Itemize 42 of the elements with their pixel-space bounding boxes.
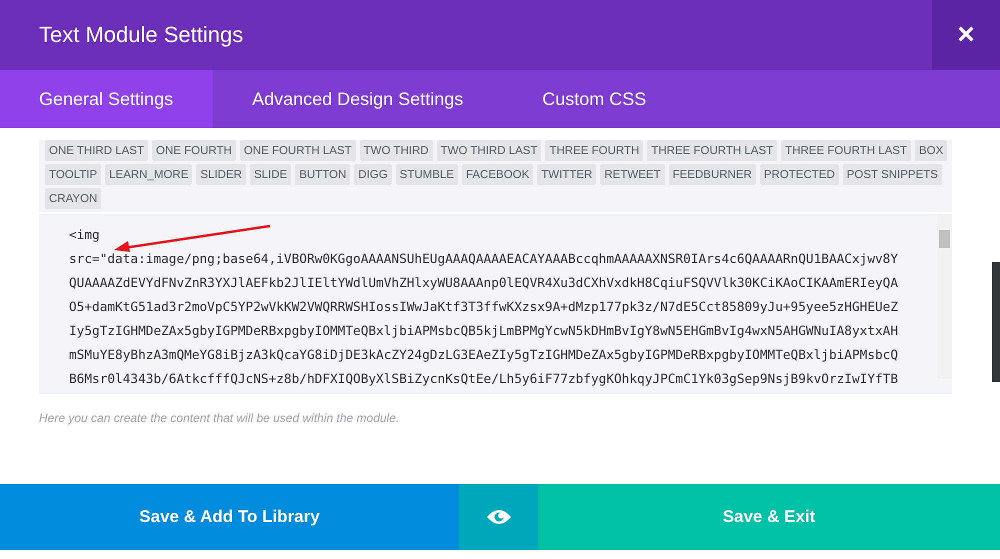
quicktag-button[interactable]: TWITTER	[537, 164, 596, 185]
code-editor[interactable]	[39, 214, 952, 394]
code-line: O5+damKtG51ad3r2moVpC5YP2wVkKW2VWQRRWSHIossIWwJaKtf3T3ffwKXzsx9A+dMzp177pk3z/N7dE5Cct85809yJu+95yee5zHGHEUeZ	[69, 299, 898, 317]
quicktag-button[interactable]: SLIDE	[250, 164, 292, 185]
quicktag-button[interactable]: TOOLTIP	[45, 164, 102, 185]
quicktag-button[interactable]: ONE THIRD LAST	[45, 140, 148, 161]
help-text: Here you can create the content that will be used within the module.	[39, 411, 400, 425]
window-title: Text Module Settings	[38, 22, 244, 48]
quicktag-button[interactable]: DIGG	[354, 164, 392, 185]
close-button[interactable]: ×	[932, 0, 1000, 70]
code-line: QUAAAAZdEVYdFNvZnR3YXJlAEFkb2JlIEltYWdlUmVhZHlxyWU8AAAnp0lEQVR4Xu3dCXhVxdkH8CqiuFSQVVlk30KCiKAoCIKAAmERIeyQA	[69, 275, 898, 293]
preview-button[interactable]	[459, 484, 538, 550]
quicktag-button[interactable]: THREE FOURTH LAST	[647, 140, 778, 161]
quicktag-button[interactable]: PROTECTED	[760, 164, 839, 185]
quicktag-button[interactable]: BOX	[915, 140, 948, 161]
quicktag-button[interactable]: RETWEET	[600, 164, 665, 185]
code-line: B6Msr0l4343b/6AtkcfffQJcNS+z8b/hDFXIQOByXlSBiZycnKsQtEe/Lh5y6iF77zbfygKOhkqyJPCmC1Yk03gSep9NsjB9kvOrzIwIYfTB	[69, 371, 898, 389]
eye-icon	[486, 509, 512, 525]
quicktag-button[interactable]: FACEBOOK	[462, 164, 534, 185]
code-line: Iy5gTzIGHMDeZAx5gbyIGPMDeRBxpgbyIOMMTeQBxljbiAPMsbcQB5kjLmBPMgYcwN5kDHmBvIgY8wN5EHGmBvIg4wxN5AHGWNuIA8yxtxAH	[69, 323, 898, 341]
quicktag-button[interactable]: THREE FOURTH	[545, 140, 644, 161]
quicktag-button[interactable]: CRAYON	[45, 188, 102, 209]
quicktag-button[interactable]: FEEDBURNER	[668, 164, 756, 185]
code-line: <img	[69, 227, 100, 245]
save-to-library-button[interactable]: Save & Add To Library	[0, 484, 459, 550]
quicktag-button[interactable]: ONE FOURTH	[152, 140, 236, 161]
page-scrollbar[interactable]	[992, 262, 1000, 382]
quicktag-button[interactable]: SLIDER	[196, 164, 246, 185]
quicktag-button[interactable]: TWO THIRD LAST	[436, 140, 542, 161]
scrollbar[interactable]	[937, 214, 952, 379]
code-line: mSMuYE8yBhzA3mQMeYG8iBjzA3kQcaYG8iDjDE3kAcZY24gDzLG3EAeZIy5gTzIGHMDeZAx5gbyIGPMDeRBxpgbyIOMMTeQBxljbiAPMsbcQ	[69, 347, 898, 365]
code-line: src="data:image/png;base64,iVBORw0KGgoAAAANSUhEUgAAAQAAAAEACAYAAABccqhmAAAAAXNSR0IArs4c6QAAAARnQU1BAACxjwv8Y	[69, 251, 898, 269]
tab[interactable]: Custom CSS	[503, 70, 686, 128]
quicktag-button[interactable]: ONE FOURTH LAST	[240, 140, 356, 161]
tab[interactable]: General Settings	[0, 70, 214, 128]
quicktag-button[interactable]: TWO THIRD	[360, 140, 433, 161]
quicktag-button[interactable]: THREE FOURTH LAST	[781, 140, 911, 161]
tab[interactable]: Advanced Design Settings	[213, 70, 504, 128]
quicktag-button[interactable]: BUTTON	[295, 164, 350, 185]
quicktag-button[interactable]: POST SNIPPETS	[842, 164, 942, 185]
quicktag-button[interactable]: STUMBLE	[396, 164, 458, 185]
quicktag-button[interactable]: LEARN_MORE	[105, 164, 192, 185]
